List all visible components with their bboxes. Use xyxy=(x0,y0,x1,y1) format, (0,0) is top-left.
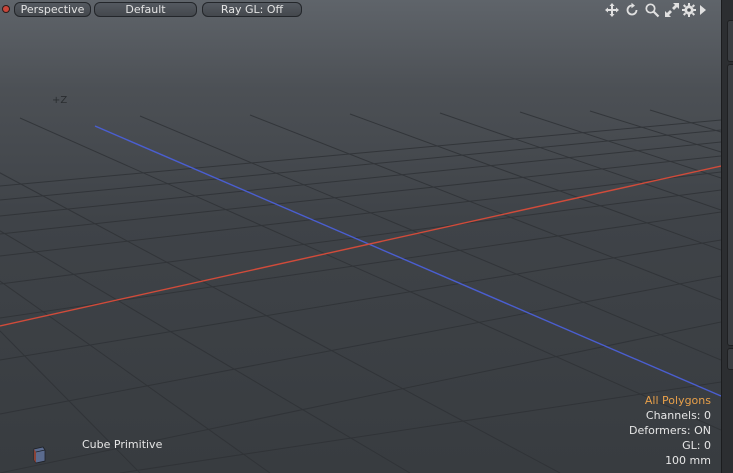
shading-dropdown[interactable]: Default xyxy=(94,2,197,17)
right-panel-tab-bottom[interactable] xyxy=(727,348,733,370)
viewport-menu-dot[interactable] xyxy=(3,6,9,12)
ray-gl-toggle[interactable]: Ray GL: Off xyxy=(202,2,302,17)
viewport-info-overlay: All Polygons Channels: 0 Deformers: ON G… xyxy=(629,393,711,468)
view-type-dropdown[interactable]: Perspective xyxy=(14,2,91,17)
item-name-label: Cube Primitive xyxy=(82,438,163,451)
viewport-grid xyxy=(0,109,721,473)
viewport-toolbar: Perspective Default Ray GL: Off xyxy=(0,0,721,20)
move-view-icon[interactable] xyxy=(604,2,620,18)
right-panel-tab-top[interactable] xyxy=(727,20,733,62)
deformers-status: Deformers: ON xyxy=(629,424,711,437)
right-panel-tab-middle[interactable] xyxy=(727,64,733,346)
expand-arrow-icon[interactable] xyxy=(698,2,708,18)
gl-count: GL: 0 xyxy=(682,439,711,452)
z-axis-label: +Z xyxy=(52,95,68,106)
maximize-view-icon[interactable] xyxy=(664,2,680,18)
selection-mode-label[interactable]: All Polygons xyxy=(629,393,711,408)
rotate-view-icon[interactable] xyxy=(624,2,640,18)
channels-count: Channels: 0 xyxy=(645,409,711,422)
zoom-view-icon[interactable] xyxy=(644,2,660,18)
cube-primitive-icon xyxy=(33,446,46,464)
grid-size-readout: 100 mm xyxy=(665,454,711,467)
3d-viewport[interactable]: +Z Perspective Default Ray GL: Off All P… xyxy=(0,0,721,473)
settings-gear-icon[interactable] xyxy=(681,2,697,18)
